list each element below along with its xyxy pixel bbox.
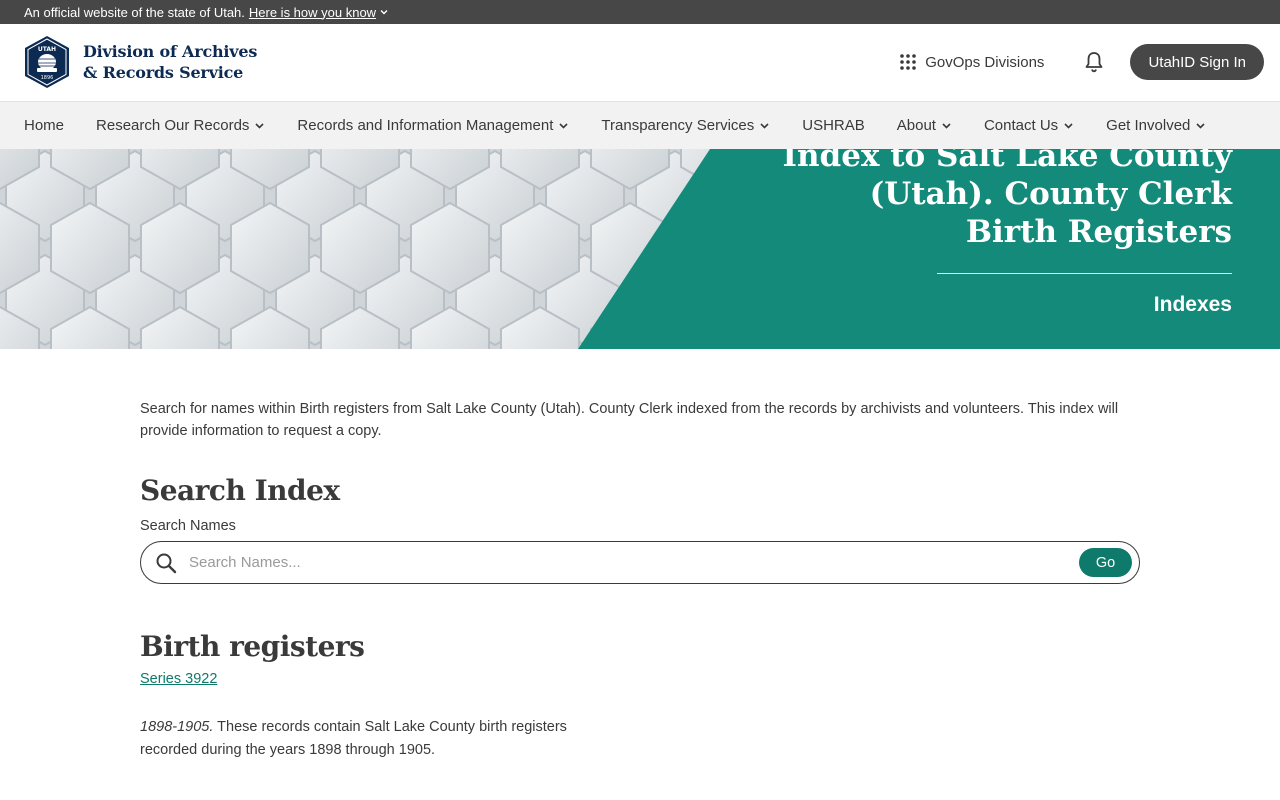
grid-dots-icon	[900, 54, 917, 70]
chevron-down-icon	[255, 123, 264, 129]
utahid-signin-button[interactable]: UtahID Sign In	[1130, 44, 1264, 80]
page-title: Index to Salt Lake County (Utah). County…	[782, 149, 1233, 250]
nav-item-label: Transparency Services	[601, 117, 755, 134]
records-date-range: 1898-1905.	[140, 719, 214, 735]
main-content: Search for names within Birth registers …	[140, 398, 1140, 758]
nav-item-ushrab[interactable]: USHRAB	[802, 117, 865, 134]
nav-item-label: USHRAB	[802, 117, 865, 134]
site-logo-text: Division of Archives & Records Service	[83, 41, 257, 83]
chevron-down-icon	[1196, 123, 1205, 129]
birth-registers-heading: Birth registers	[140, 630, 365, 663]
nav-item-label: Home	[24, 117, 65, 134]
chevron-down-icon	[760, 123, 769, 129]
nav-item-label: About	[896, 117, 936, 134]
search-names-label: Search Names	[140, 518, 236, 534]
nav-item-research-our-records[interactable]: Research Our Records	[96, 117, 265, 134]
nav-item-home[interactable]: Home	[24, 117, 64, 134]
search-go-button[interactable]: Go	[1079, 548, 1132, 577]
nav-item-label: Records and Information Management	[297, 117, 554, 134]
govops-divisions-label: GovOps Divisions	[925, 53, 1045, 71]
search-index-heading: Search Index	[140, 474, 340, 507]
hero-divider	[937, 273, 1232, 274]
chevron-down-icon	[559, 123, 568, 129]
nav-item-label: Research Our Records	[96, 117, 250, 134]
series-link[interactable]: Series 3922	[140, 671, 217, 687]
nav-item-about[interactable]: About	[897, 117, 952, 134]
chevron-down-icon	[380, 10, 388, 15]
intro-paragraph: Search for names within Birth registers …	[140, 401, 1119, 439]
page-hero-banner: Index to Salt Lake County (Utah). County…	[0, 149, 1280, 349]
official-website-banner: An official website of the state of Utah…	[0, 0, 1280, 24]
chevron-down-icon	[1064, 123, 1073, 129]
site-header: UTAH 1896 Division of Archives & Records…	[0, 24, 1280, 102]
page-category: Indexes	[1153, 293, 1232, 316]
search-bar: Go	[140, 541, 1140, 584]
nav-item-records-info-management[interactable]: Records and Information Management	[297, 117, 569, 134]
svg-text:UTAH: UTAH	[38, 46, 56, 53]
official-banner-text: An official website of the state of Utah…	[24, 4, 245, 20]
nav-item-label: Get Involved	[1106, 117, 1191, 134]
utah-seal-icon: UTAH 1896	[25, 36, 69, 88]
how-you-know-link[interactable]: Here is how you know	[249, 5, 389, 20]
govops-divisions-button[interactable]: GovOps Divisions	[899, 53, 1044, 71]
search-names-input[interactable]	[189, 554, 1079, 571]
logo-line-1: Division of Archives	[83, 42, 258, 61]
site-logo-link[interactable]: UTAH 1896 Division of Archives & Records…	[23, 35, 257, 89]
how-you-know-label: Here is how you know	[248, 4, 377, 20]
nav-item-label: Contact Us	[983, 117, 1059, 134]
records-description: 1898-1905. These records contain Salt La…	[140, 716, 600, 762]
svg-text:1896: 1896	[41, 75, 54, 81]
chevron-down-icon	[942, 123, 951, 129]
search-icon	[156, 553, 177, 573]
nav-item-transparency-services[interactable]: Transparency Services	[601, 117, 770, 134]
notifications-button[interactable]	[1082, 50, 1106, 74]
nav-item-get-involved[interactable]: Get Involved	[1106, 117, 1206, 134]
main-navigation: Home Research Our Records Records and In…	[0, 102, 1280, 149]
header-actions: GovOps Divisions UtahID Sign In	[899, 44, 1264, 80]
nav-item-contact-us[interactable]: Contact Us	[984, 117, 1074, 134]
bell-icon	[1086, 52, 1103, 73]
logo-line-2: & Records Service	[83, 63, 244, 82]
